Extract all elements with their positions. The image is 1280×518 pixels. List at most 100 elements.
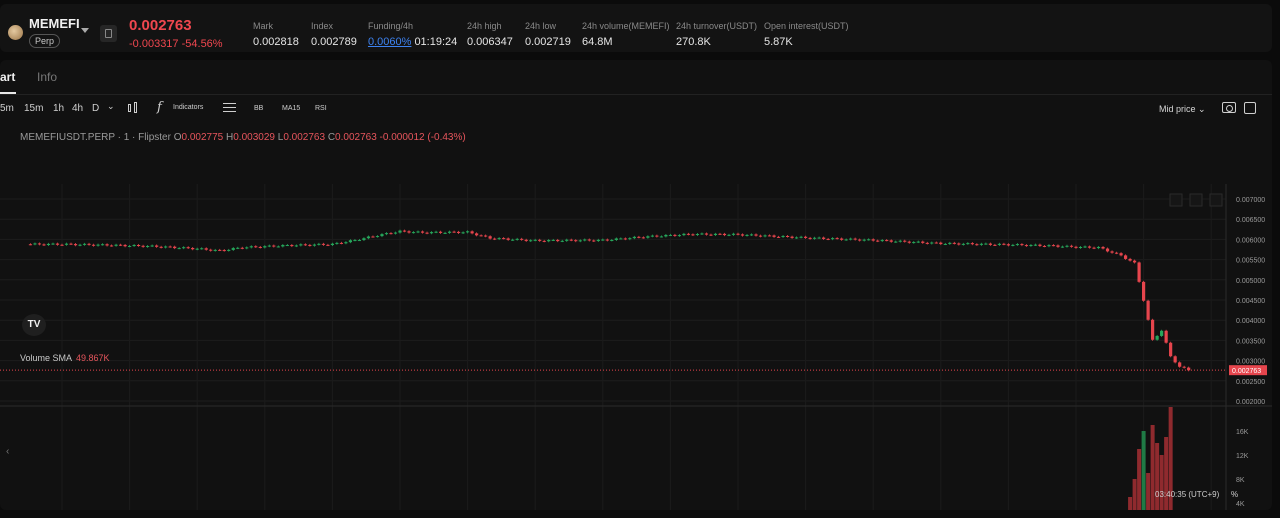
candle xyxy=(592,240,596,242)
timezone-label[interactable]: 03:40:35 (UTC+9) xyxy=(1155,490,1219,499)
candle xyxy=(695,234,700,236)
candle xyxy=(344,242,348,244)
scroll-left-icon[interactable]: ‹ xyxy=(6,446,9,457)
indicators-icon[interactable]: f xyxy=(157,100,162,115)
indicator-bb[interactable]: BB xyxy=(254,105,263,112)
candle xyxy=(700,233,704,235)
candle xyxy=(186,247,190,249)
candle xyxy=(740,234,745,236)
fullscreen-icon[interactable] xyxy=(1244,102,1256,114)
stat-label: Mark xyxy=(253,21,273,31)
candle xyxy=(37,243,42,245)
volume-axis-label: 8K xyxy=(1236,477,1245,484)
candle xyxy=(87,243,91,245)
candle xyxy=(1051,245,1056,247)
price-mode-select[interactable]: Mid price ⌄ xyxy=(1159,104,1206,115)
candle xyxy=(159,246,163,248)
candle xyxy=(1155,335,1159,340)
interval-5m[interactable]: 5m xyxy=(0,103,14,114)
last-price: 0.002763 xyxy=(129,17,192,34)
camera-icon[interactable] xyxy=(1222,102,1236,113)
candle xyxy=(141,245,145,247)
candle xyxy=(975,244,979,246)
price-axis-label: 0.003000 xyxy=(1236,359,1265,366)
interval-d[interactable]: D xyxy=(92,103,99,114)
candle xyxy=(997,243,1001,245)
candle xyxy=(677,235,682,237)
indicators-button[interactable]: Indicators xyxy=(173,104,203,111)
current-price-label: 0.002763 xyxy=(1232,368,1261,375)
candle xyxy=(574,240,578,242)
chevron-down-icon[interactable] xyxy=(81,28,89,33)
candle xyxy=(952,242,956,244)
interval-chevron-icon[interactable]: ⌄ xyxy=(107,101,115,112)
candle xyxy=(371,236,375,238)
candle xyxy=(808,237,812,239)
candle xyxy=(321,243,325,245)
candle xyxy=(182,247,186,249)
candle xyxy=(804,236,808,238)
indicator-ma15[interactable]: MA15 xyxy=(282,105,300,112)
candle xyxy=(502,238,506,240)
candle xyxy=(1187,367,1191,371)
candle xyxy=(583,239,587,241)
candle xyxy=(1173,356,1177,363)
stat-index: Index 0.002789 xyxy=(311,21,357,48)
candle xyxy=(28,244,33,246)
candle-type-icon[interactable] xyxy=(127,102,139,114)
candle xyxy=(565,239,569,241)
candle xyxy=(1020,244,1024,246)
symbol-name[interactable]: MEMEFI xyxy=(29,16,80,31)
candle xyxy=(506,238,510,240)
candle xyxy=(840,238,844,240)
candle xyxy=(73,244,78,246)
candle xyxy=(484,235,488,237)
candle xyxy=(781,235,785,237)
templates-icon[interactable] xyxy=(223,103,236,113)
candle xyxy=(493,238,497,240)
candle xyxy=(1074,246,1078,248)
volume-value: 49.867K xyxy=(76,353,110,363)
candle xyxy=(722,233,727,236)
interval-4h[interactable]: 4h xyxy=(72,103,83,114)
volume-label: Volume SMA xyxy=(20,353,73,363)
contract-type-badge: Perp xyxy=(29,34,61,48)
candle xyxy=(200,248,204,250)
candle xyxy=(461,232,465,234)
tab-chart[interactable]: art xyxy=(0,70,15,84)
candle xyxy=(912,242,916,244)
candle xyxy=(1182,366,1186,368)
document-icon[interactable] xyxy=(100,25,117,42)
candle xyxy=(353,240,357,242)
indicator-rsi[interactable]: RSI xyxy=(315,105,327,112)
price-axis-label: 0.005000 xyxy=(1236,278,1265,285)
interval-1h[interactable]: 1h xyxy=(53,103,64,114)
funding-rate-link[interactable]: 0.0060% xyxy=(368,36,411,48)
candle xyxy=(1151,319,1155,340)
percent-toggle[interactable]: % xyxy=(1231,490,1238,499)
candle xyxy=(312,244,316,246)
candle xyxy=(51,243,55,245)
candle xyxy=(231,248,235,250)
volume-bar xyxy=(1164,437,1169,510)
candle xyxy=(758,235,763,237)
candle xyxy=(60,244,64,246)
candle xyxy=(623,238,627,240)
candle xyxy=(1142,281,1146,301)
candle xyxy=(222,250,226,252)
price-chart[interactable]: 0.007000 0.006500 0.006000 0.005500 0.005000… xyxy=(0,122,1272,510)
candle xyxy=(114,244,118,246)
candle xyxy=(826,238,830,240)
candle xyxy=(479,235,483,237)
candle xyxy=(447,231,452,233)
tradingview-logo[interactable]: TV xyxy=(22,314,46,336)
candle xyxy=(1110,251,1114,253)
tab-info[interactable]: Info xyxy=(37,70,57,84)
candle xyxy=(420,231,425,233)
candle xyxy=(1178,362,1182,367)
coin-logo xyxy=(8,25,23,40)
interval-15m[interactable]: 15m xyxy=(24,103,43,114)
candle xyxy=(889,240,893,242)
candle xyxy=(137,244,141,246)
candle xyxy=(132,244,136,246)
